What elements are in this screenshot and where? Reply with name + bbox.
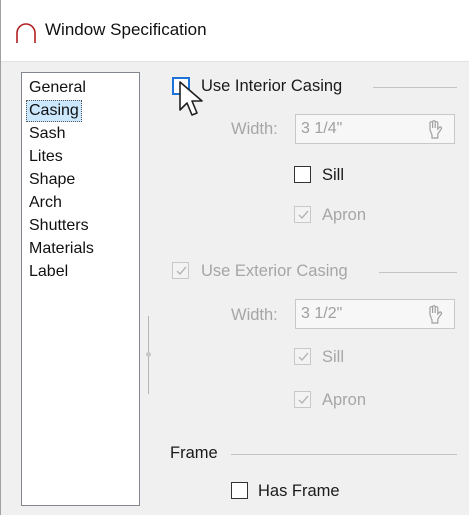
exterior-width-value: 3 1/2" (301, 305, 343, 322)
checkmark-icon (176, 266, 187, 276)
has-frame-checkbox[interactable] (231, 482, 248, 499)
exterior-apron-checkbox[interactable] (294, 391, 311, 408)
frame-group-rule (231, 454, 457, 455)
exterior-apron-label[interactable]: Apron (322, 391, 366, 410)
nav-item-general[interactable]: General (26, 77, 89, 99)
nav-item-casing[interactable]: Casing (26, 100, 82, 122)
frame-group-label: Frame (170, 444, 218, 462)
hand-pointer-icon[interactable] (424, 303, 446, 325)
arch-icon (16, 23, 36, 43)
use-exterior-casing-label[interactable]: Use Exterior Casing (201, 262, 348, 281)
interior-width-label: Width: (231, 120, 278, 138)
window-specification-dialog: Window Specification General Casing Sash… (0, 0, 469, 515)
interior-width-field[interactable]: 3 1/4" (295, 114, 455, 144)
nav-item-shutters[interactable]: Shutters (26, 215, 92, 237)
use-interior-casing-label[interactable]: Use Interior Casing (201, 77, 342, 96)
mouse-pointer-icon (179, 81, 203, 116)
exterior-width-field[interactable]: 3 1/2" (295, 299, 455, 329)
checkmark-icon (298, 395, 309, 405)
title-bar: Window Specification (1, 0, 469, 62)
interior-sill-checkbox[interactable] (294, 166, 311, 183)
nav-item-shape[interactable]: Shape (26, 169, 78, 191)
exterior-sill-checkbox[interactable] (294, 348, 311, 365)
exterior-width-label: Width: (231, 306, 278, 324)
nav-item-label[interactable]: Label (26, 261, 71, 283)
dialog-body: General Casing Sash Lites Shape Arch Shu… (1, 62, 469, 515)
hand-pointer-icon[interactable] (424, 118, 446, 140)
has-frame-label[interactable]: Has Frame (258, 482, 340, 501)
checkmark-icon (298, 352, 309, 362)
interior-sill-label[interactable]: Sill (322, 166, 344, 185)
interior-width-value: 3 1/4" (301, 120, 343, 137)
splitter-grip[interactable] (146, 352, 151, 357)
interior-apron-checkbox[interactable] (294, 206, 311, 223)
interior-group-rule (373, 87, 457, 88)
nav-item-materials[interactable]: Materials (26, 238, 97, 260)
exterior-group-rule (379, 272, 457, 273)
nav-item-lites[interactable]: Lites (26, 146, 66, 168)
use-exterior-casing-checkbox[interactable] (172, 262, 189, 279)
window-title: Window Specification (45, 20, 207, 39)
exterior-sill-label[interactable]: Sill (322, 348, 344, 367)
nav-item-arch[interactable]: Arch (26, 192, 65, 214)
nav-item-sash[interactable]: Sash (26, 123, 68, 145)
category-list[interactable]: General Casing Sash Lites Shape Arch Shu… (21, 72, 140, 506)
interior-apron-label[interactable]: Apron (322, 206, 366, 225)
checkmark-icon (298, 210, 309, 220)
